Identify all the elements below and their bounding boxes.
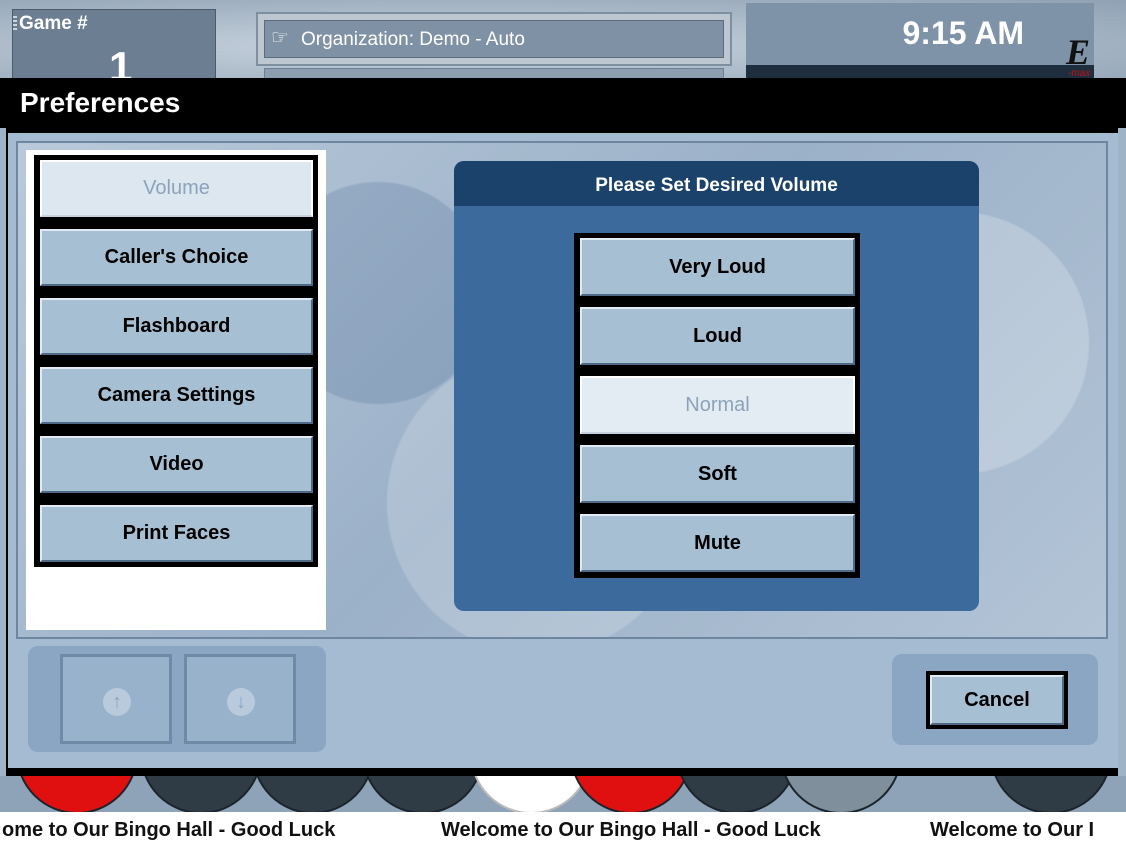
cancel-button[interactable]: Cancel	[926, 671, 1068, 729]
called-balls-strip	[0, 776, 1126, 812]
nav-flashboard-button[interactable]: Flashboard	[40, 298, 313, 355]
emax-logo-icon: E -max	[1065, 32, 1091, 78]
scroll-down-button[interactable]: ↓	[184, 654, 296, 744]
ball-icon	[16, 776, 138, 812]
grip-handle	[13, 16, 17, 32]
volume-very-loud-button[interactable]: Very Loud	[580, 238, 855, 296]
pointing-hand-icon: ☞	[271, 27, 289, 49]
game-number-box: Game # 1	[12, 9, 216, 88]
clock-time: 9:15 AM	[902, 15, 1024, 51]
nav-callers-choice-button[interactable]: Caller's Choice	[40, 229, 313, 286]
volume-loud-button[interactable]: Loud	[580, 307, 855, 365]
title-bar: Preferences	[0, 78, 1126, 128]
clock-box: 9:15 AM	[746, 3, 1094, 79]
volume-normal-button[interactable]: Normal	[580, 376, 855, 434]
page-title: Preferences	[20, 87, 181, 118]
ball-icon	[252, 776, 374, 812]
ball-icon	[140, 776, 262, 812]
ticker-segment: ome to Our Bingo Hall - Good Luck	[2, 819, 336, 841]
organization-field[interactable]: ☞ Organization: Demo - Auto	[264, 20, 724, 58]
organization-text: Organization: Demo - Auto	[301, 29, 525, 50]
nav-camera-settings-button[interactable]: Camera Settings	[40, 367, 313, 424]
nav-video-button[interactable]: Video	[40, 436, 313, 493]
welcome-ticker: ome to Our Bingo Hall - Good Luck Welcom…	[0, 812, 1126, 846]
scroll-up-button[interactable]: ↑	[60, 654, 172, 744]
volume-soft-button[interactable]: Soft	[580, 445, 855, 503]
svg-text:E: E	[1065, 32, 1090, 72]
volume-mute-button[interactable]: Mute	[580, 514, 855, 572]
ball-icon	[780, 776, 902, 812]
ticker-segment: Welcome to Our I	[930, 819, 1095, 841]
ball-icon	[362, 776, 484, 812]
arrow-down-circle-icon: ↓	[227, 688, 255, 716]
arrow-up-circle-icon: ↑	[103, 688, 131, 716]
volume-heading: Please Set Desired Volume	[454, 161, 979, 206]
svg-text:-max: -max	[1068, 68, 1091, 78]
ball-icon	[470, 776, 592, 812]
nav-volume-button[interactable]: Volume	[40, 160, 313, 217]
ball-icon	[676, 776, 798, 812]
ball-icon	[990, 776, 1112, 812]
game-label: Game #	[19, 13, 88, 34]
cancel-button-label: Cancel	[930, 675, 1064, 725]
top-bar: Game # 1 ☞ Organization: Demo - Auto 9:1…	[0, 0, 1126, 88]
ticker-segment: Welcome to Our Bingo Hall - Good Luck	[441, 819, 821, 841]
ball-icon	[570, 776, 692, 812]
organization-box[interactable]: ☞ Organization: Demo - Auto	[256, 12, 732, 80]
nav-print-faces-button[interactable]: Print Faces	[40, 505, 313, 562]
clock-strip	[746, 65, 1094, 79]
